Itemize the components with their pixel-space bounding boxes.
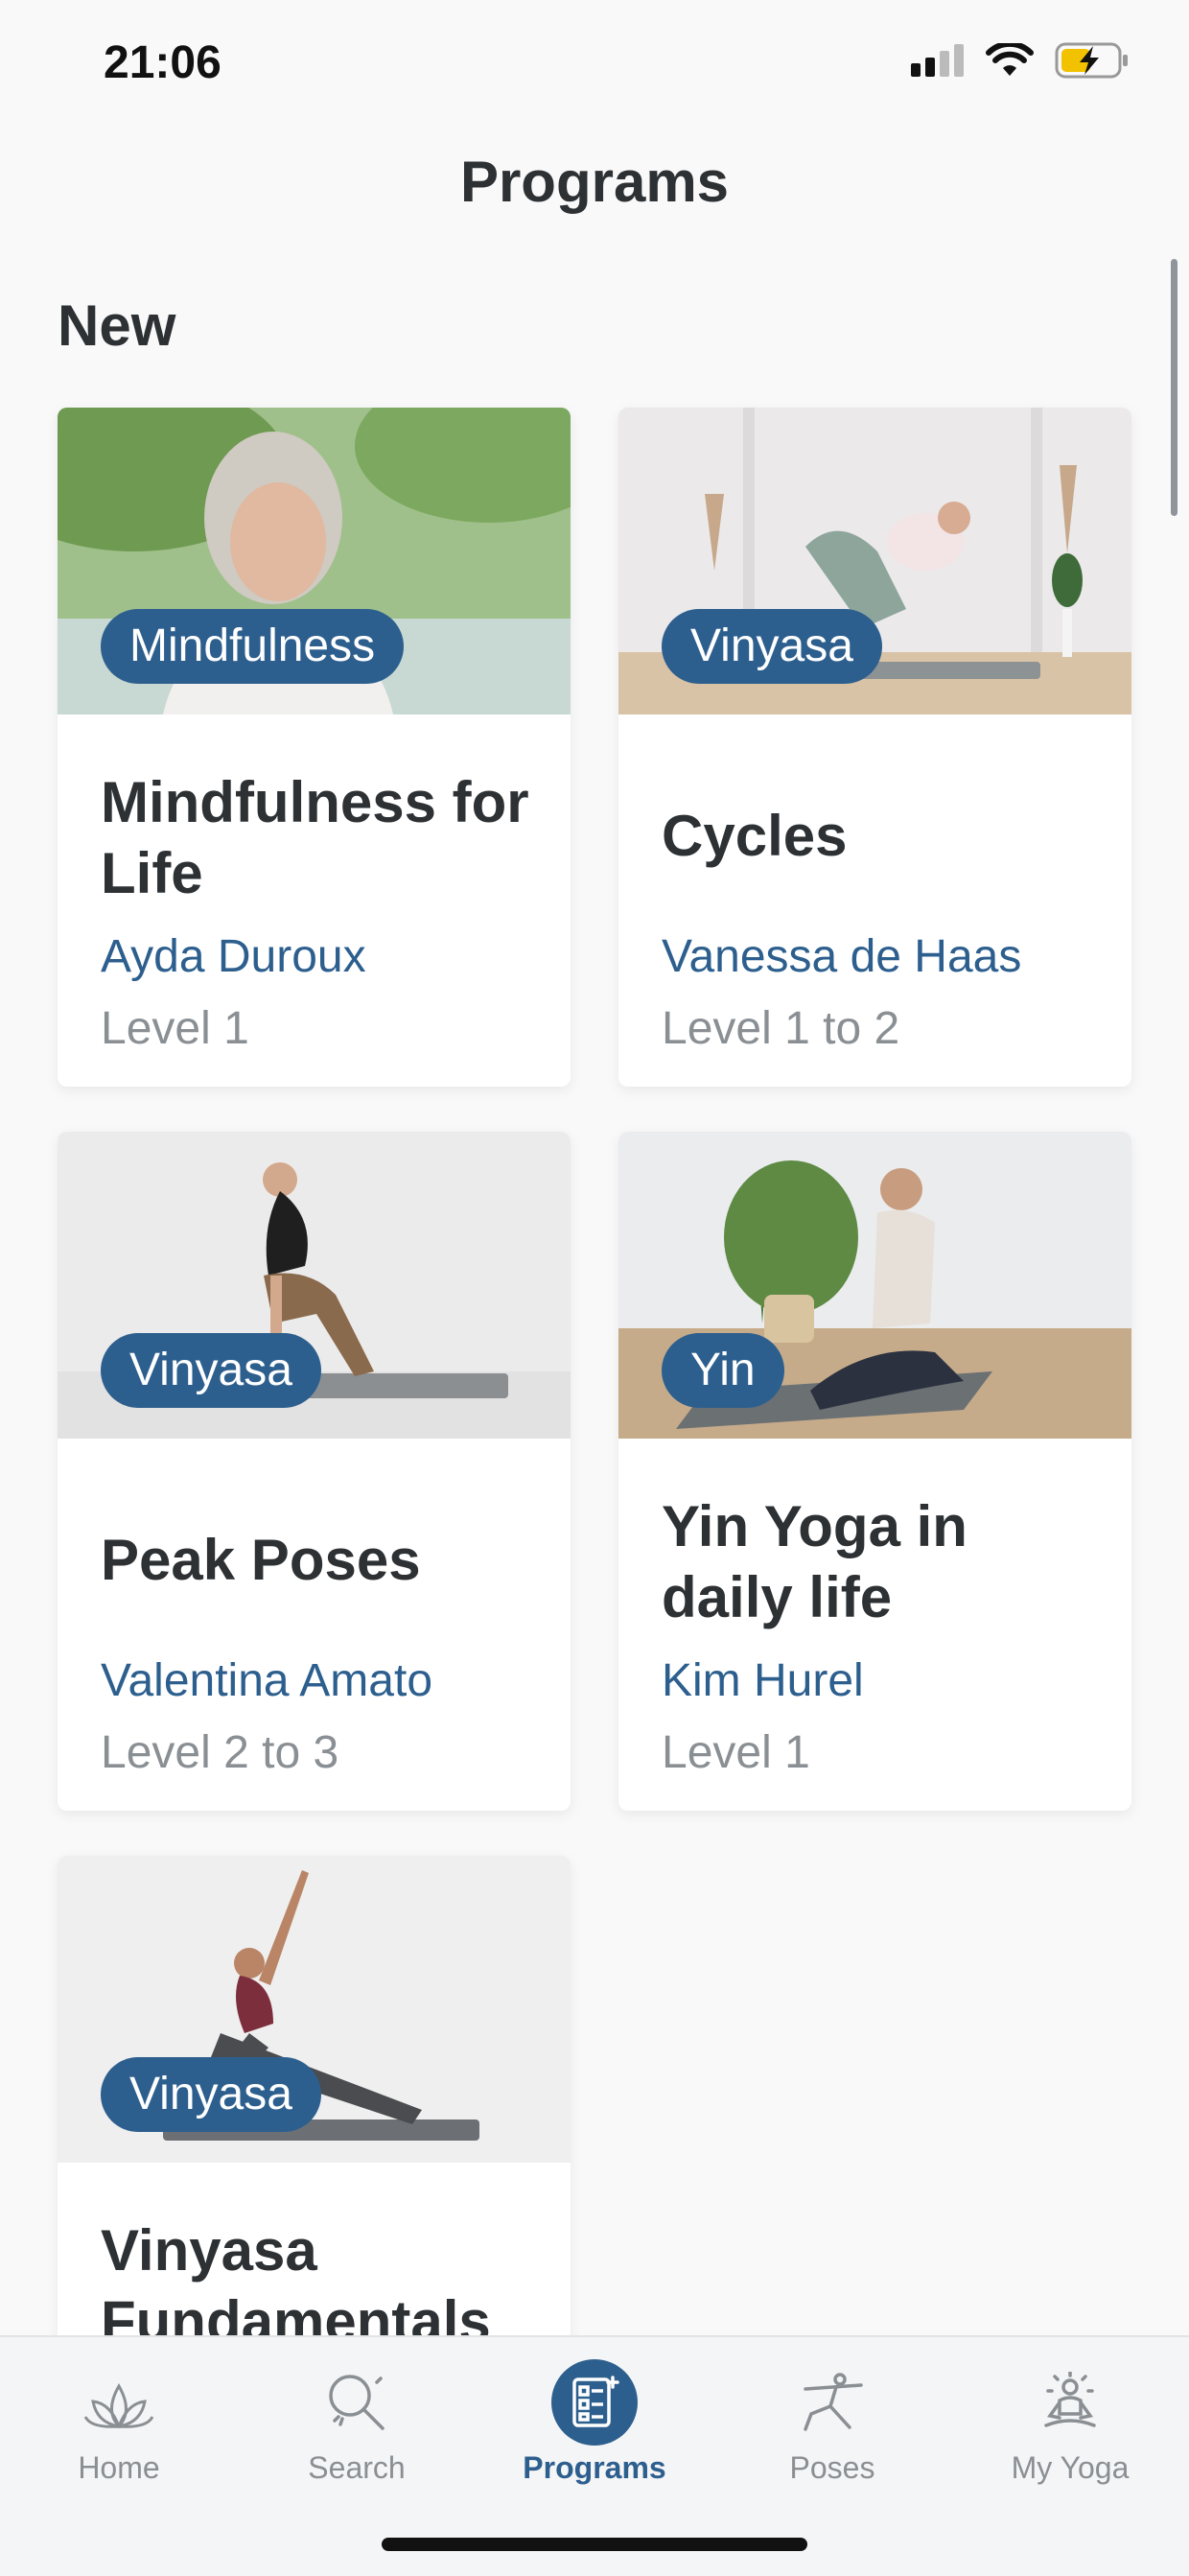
tab-label: My Yoga: [1011, 2450, 1130, 2485]
status-icons: [911, 42, 1130, 79]
section-title-new: New: [58, 293, 176, 358]
wifi-icon: [986, 43, 1034, 76]
program-image: Vinyasa: [618, 408, 1131, 714]
status-time: 21:06: [104, 37, 221, 88]
battery-charging-icon: [1055, 42, 1128, 79]
tab-home[interactable]: Home: [0, 2337, 238, 2519]
tab-label: Poses: [789, 2450, 875, 2485]
tab-my-yoga[interactable]: My Yoga: [951, 2337, 1189, 2519]
program-card[interactable]: Vinyasa Peak Poses Valentina Amato Level…: [58, 1132, 571, 1811]
program-image: Yin: [618, 1132, 1131, 1439]
program-title: Cycles: [662, 804, 848, 868]
teacher-name: Kim Hurel: [662, 1655, 864, 1706]
program-title: Yin Yoga in daily life: [662, 1494, 968, 1629]
program-level: Level 1 to 2: [662, 1003, 900, 1054]
category-badge: Vinyasa: [662, 609, 882, 684]
tab-label: Programs: [523, 2450, 666, 2485]
program-level: Level 1: [101, 1003, 249, 1054]
status-bar: 21:06: [0, 0, 1189, 129]
tab-programs[interactable]: Programs: [476, 2337, 713, 2519]
program-title: Peak Poses: [101, 1528, 421, 1592]
program-image: Vinyasa: [58, 1856, 571, 2163]
category-badge: Yin: [662, 1333, 784, 1408]
lotus-icon: [83, 2382, 154, 2429]
page-title: Programs: [459, 150, 730, 214]
program-level: Level 1: [662, 1727, 810, 1778]
teacher-name: Vanessa de Haas: [662, 931, 1022, 982]
programs-list-icon: [572, 2376, 619, 2427]
program-card[interactable]: Mindfulness Mindfulness for Life Ayda Du…: [58, 408, 571, 1087]
search-icon: [329, 2375, 385, 2430]
category-badge: Vinyasa: [101, 2057, 321, 2132]
program-title: Mindfulness for Life: [101, 770, 529, 905]
scroll-indicator[interactable]: [1171, 259, 1177, 516]
teacher-name: Ayda Duroux: [101, 931, 366, 982]
program-level: Level 2 to 3: [101, 1727, 339, 1778]
program-image: Vinyasa: [58, 1132, 571, 1439]
tab-label: Home: [78, 2450, 160, 2485]
tab-label: Search: [308, 2450, 406, 2485]
category-badge: Mindfulness: [101, 609, 405, 684]
program-image: Mindfulness: [58, 408, 571, 714]
tab-poses[interactable]: Poses: [713, 2337, 951, 2519]
teacher-name: Valentina Amato: [101, 1655, 433, 1706]
meditation-figure-icon: [1044, 2372, 1096, 2427]
pose-figure-icon: [804, 2373, 863, 2431]
program-card[interactable]: Yin Yin Yoga in daily life Kim Hurel Lev…: [618, 1132, 1131, 1811]
program-card[interactable]: Vinyasa Cycles Vanessa de Haas Level 1 t…: [618, 408, 1131, 1087]
home-indicator[interactable]: [382, 2538, 807, 2551]
tab-search[interactable]: Search: [238, 2337, 476, 2519]
category-badge: Vinyasa: [101, 1333, 321, 1408]
cellular-signal-icon: [911, 44, 964, 77]
